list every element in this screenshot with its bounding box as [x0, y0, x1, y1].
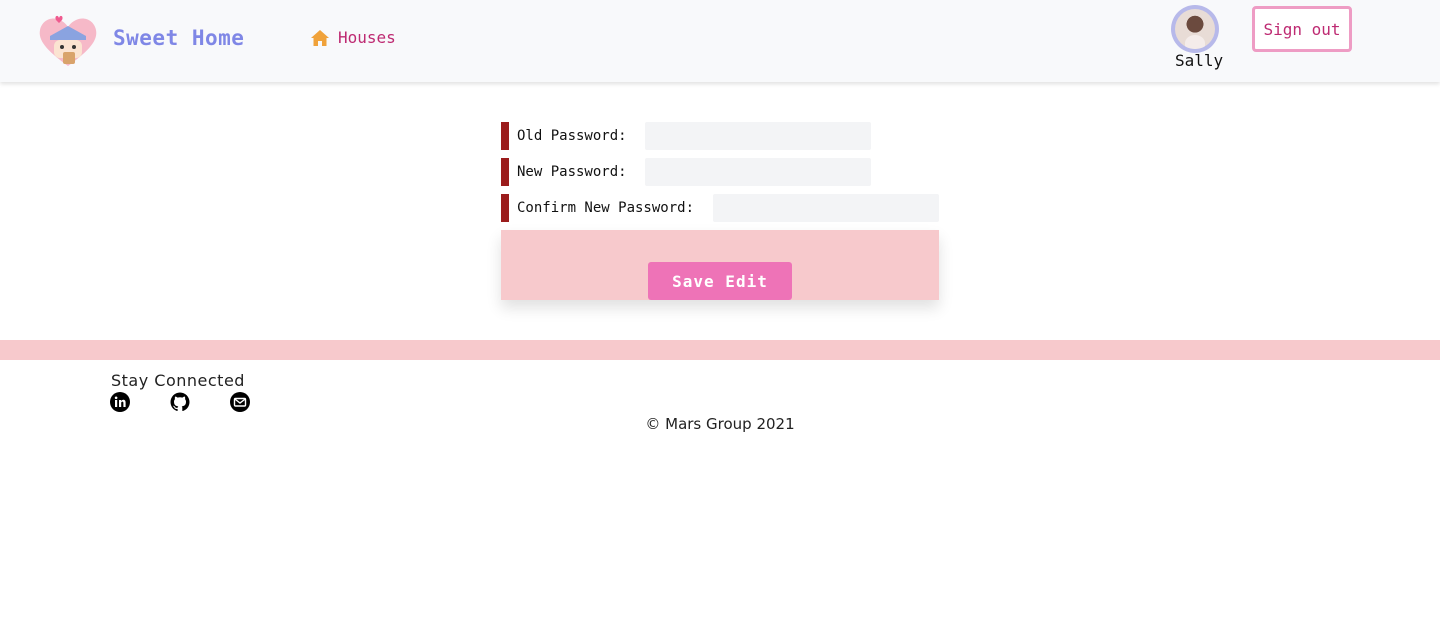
linkedin-icon[interactable]	[110, 392, 130, 412]
confirm-password-row: Confirm New Password:	[501, 194, 939, 222]
user-name: Sally	[1175, 51, 1224, 70]
top-navbar: Sweet Home Houses Sally Sign out	[0, 0, 1440, 82]
old-password-label: Old Password:	[517, 128, 627, 144]
user-avatar[interactable]	[1171, 5, 1219, 53]
confirm-password-label: Confirm New Password:	[517, 200, 695, 216]
new-password-input[interactable]	[645, 158, 871, 186]
old-password-input[interactable]	[645, 122, 871, 150]
nav-houses-label: Houses	[338, 28, 396, 47]
mail-icon[interactable]	[230, 392, 250, 412]
new-password-row: New Password:	[501, 158, 871, 186]
field-marker	[501, 194, 509, 222]
github-icon[interactable]	[170, 392, 190, 412]
home-icon	[311, 29, 329, 46]
field-marker	[501, 122, 509, 150]
old-password-row: Old Password:	[501, 122, 871, 150]
brand-title[interactable]: Sweet Home	[113, 26, 244, 50]
nav-houses-link[interactable]: Houses	[310, 28, 396, 47]
save-edit-button[interactable]: Save Edit	[648, 262, 792, 300]
new-password-label: New Password:	[517, 164, 627, 180]
footer-band	[0, 340, 1440, 360]
copyright-text: © Mars Group 2021	[645, 415, 795, 433]
heart-house-logo-icon[interactable]	[38, 14, 98, 68]
stay-connected-heading: Stay Connected	[111, 371, 245, 390]
sign-out-button[interactable]: Sign out	[1252, 6, 1352, 52]
confirm-password-input[interactable]	[713, 194, 939, 222]
avatar-photo	[1175, 9, 1215, 49]
field-marker	[501, 158, 509, 186]
